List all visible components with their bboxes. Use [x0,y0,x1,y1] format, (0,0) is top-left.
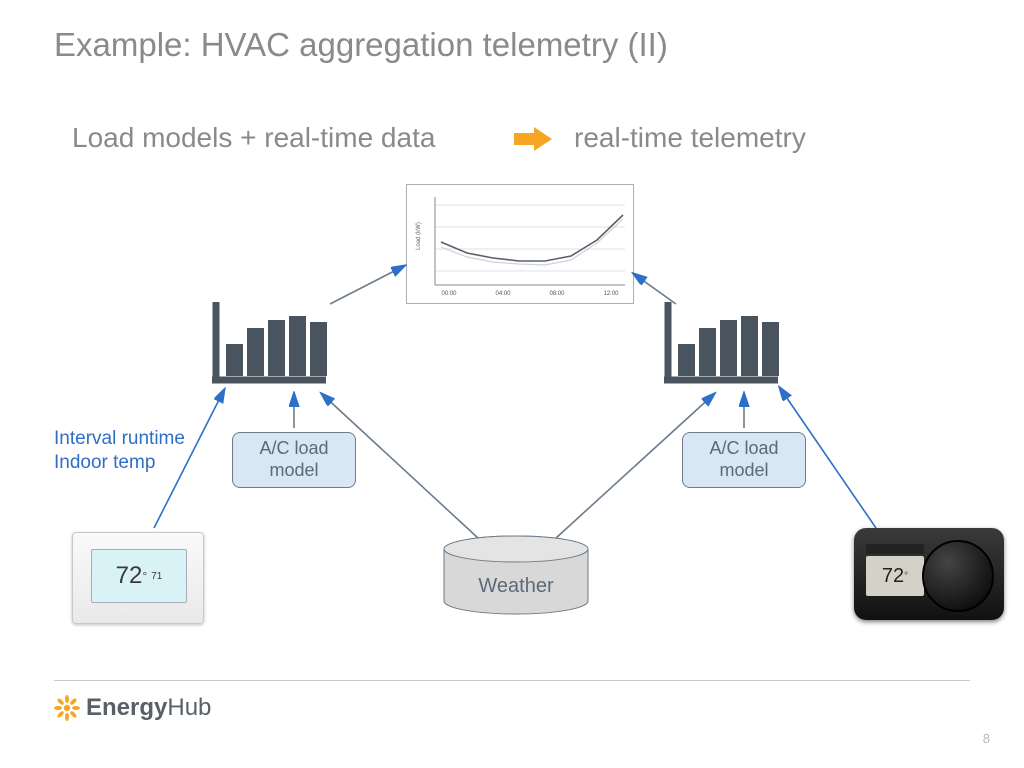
arrow-icon [0,0,1024,768]
burst-icon [54,695,80,721]
page-number: 8 [983,731,990,746]
footer-divider [54,680,970,681]
slide: Example: HVAC aggregation telemetry (II)… [0,0,1024,768]
energyhub-logo: EnergyHub [54,694,211,722]
logo-text-light: Hub [167,694,211,722]
logo-text-bold: Energy [86,694,167,722]
